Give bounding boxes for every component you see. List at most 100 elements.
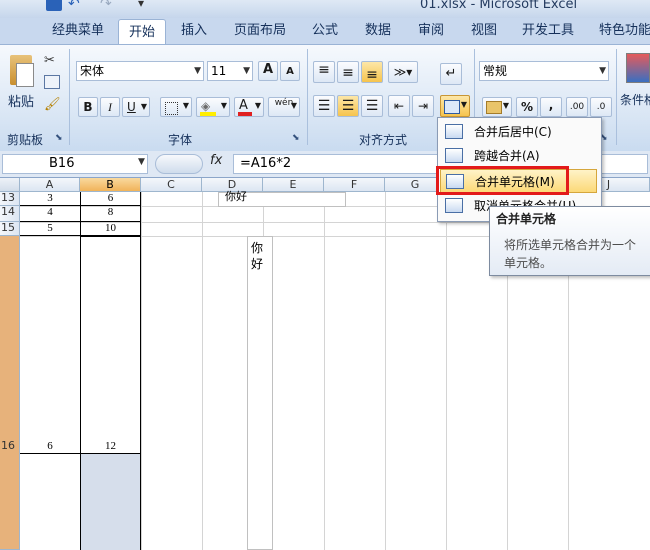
tab-formulas[interactable]: 公式 (304, 18, 346, 44)
cell-a13[interactable]: 3 (20, 192, 80, 206)
column-header-c[interactable]: C (141, 178, 202, 192)
italic-button[interactable]: I (100, 97, 120, 117)
tab-page-layout[interactable]: 页面布局 (227, 18, 293, 44)
menu-item-merge-center[interactable]: 合并后居中(C) (440, 120, 597, 144)
cell-a15[interactable]: 5 (20, 222, 80, 236)
cell-b16[interactable]: 12 (80, 236, 141, 454)
increase-indent-button[interactable]: ⇥ (412, 95, 434, 117)
tab-review[interactable]: 审阅 (410, 18, 452, 44)
cell-b17-selection[interactable] (80, 454, 141, 550)
tooltip-title: 合并单元格 (496, 212, 557, 226)
row-header-13[interactable]: 13 (0, 192, 20, 206)
merge-cells-tooltip: 合并单元格 将所选单元格合并为一个单元格。 (489, 206, 650, 276)
comma-button[interactable]: , (540, 97, 562, 117)
unmerge-cells-icon (445, 198, 463, 213)
tab-view[interactable]: 视图 (463, 18, 505, 44)
cell-d13-text[interactable]: 你好 (218, 191, 346, 207)
clipboard-group-label: 剪贴板 (6, 133, 43, 147)
menu-item-merge-center-label: 合并后居中(C) (474, 125, 552, 139)
increase-decimal-button[interactable]: .00 (566, 97, 588, 117)
bold-button[interactable]: B (78, 97, 98, 117)
borders-icon (165, 102, 178, 115)
undo-icon[interactable]: ↶ (68, 0, 84, 12)
phonetic-button[interactable]: wén ▼ (268, 97, 300, 117)
row-header-14[interactable]: 14 (0, 206, 20, 222)
conditional-format-icon[interactable] (626, 53, 650, 83)
clipboard-launcher-icon[interactable]: ⬊ (55, 133, 63, 143)
cut-icon[interactable]: ✂ (44, 53, 55, 68)
column-header-e[interactable]: E (263, 178, 324, 192)
merge-icon (444, 100, 460, 114)
alignment-group-label: 对齐方式 (358, 133, 407, 147)
bold-label: B (83, 100, 93, 114)
underline-label: U (127, 100, 136, 114)
column-header-a[interactable]: A (20, 178, 80, 192)
merged-vertical-cell[interactable]: 你 好 (247, 236, 273, 550)
chevron-down-icon: ▼ (194, 66, 201, 76)
align-top-button[interactable]: ≡ (313, 61, 335, 83)
tab-featured[interactable]: 特色功能 (592, 18, 650, 44)
tab-data[interactable]: 数据 (357, 18, 399, 44)
tab-insert[interactable]: 插入 (172, 18, 216, 44)
font-launcher-icon[interactable]: ⬊ (292, 133, 300, 143)
cell-a14[interactable]: 4 (20, 206, 80, 222)
menu-item-merge-across[interactable]: 跨越合并(A) (440, 144, 597, 168)
font-color-label: A (239, 98, 248, 113)
font-size-combo[interactable]: 11 ▼ (207, 61, 253, 81)
select-all-corner[interactable] (0, 178, 20, 192)
row-header-16[interactable]: 16 (0, 236, 20, 550)
chevron-down-icon: ▼ (599, 66, 606, 76)
cell-b13[interactable]: 6 (80, 192, 141, 206)
merge-center-button[interactable]: ▼ (440, 95, 470, 117)
cell-a17[interactable] (20, 454, 81, 550)
cell-b14[interactable]: 8 (80, 206, 141, 222)
tab-home[interactable]: 开始 (118, 19, 166, 46)
align-middle-button[interactable]: ≡ (337, 61, 359, 83)
cell-a16[interactable]: 6 (20, 236, 81, 454)
wrap-text-button[interactable]: ↵ (440, 63, 462, 85)
cell-b15[interactable]: 10 (80, 222, 141, 236)
shrink-font-button[interactable]: A (280, 61, 300, 81)
increase-decimal-label: .00 (569, 102, 585, 112)
merge-across-icon (445, 148, 463, 163)
format-painter-icon[interactable]: 🖌 (44, 97, 61, 112)
qat-customize-icon[interactable]: ▾ (138, 0, 154, 10)
align-center-button[interactable]: ☰ (337, 95, 359, 117)
menu-item-merge-across-label: 跨越合并(A) (474, 149, 540, 163)
tab-developer[interactable]: 开发工具 (515, 18, 581, 44)
grow-font-button[interactable]: A (258, 61, 278, 81)
separator (69, 49, 70, 145)
column-header-b[interactable]: B (80, 178, 141, 192)
formula-bar-splitter[interactable] (155, 154, 203, 174)
number-format-combo[interactable]: 常规 ▼ (479, 61, 609, 81)
name-box-dropdown-icon[interactable]: ▼ (138, 157, 145, 167)
annotation-highlight-box (436, 166, 569, 195)
tab-classic-menu[interactable]: 经典菜单 (44, 18, 112, 44)
redo-icon[interactable]: ↷ (100, 0, 116, 12)
column-header-f[interactable]: F (324, 178, 385, 192)
tooltip-description: 将所选单元格合并为一个单元格。 (504, 238, 637, 270)
align-left-button[interactable]: ☰ (313, 95, 335, 117)
italic-label: I (108, 100, 112, 114)
font-color-swatch (238, 112, 252, 116)
insert-function-icon[interactable]: fx (210, 153, 222, 168)
underline-button[interactable]: U ▼ (122, 97, 150, 117)
fill-color-button[interactable]: ◈ ▼ (196, 97, 230, 117)
percent-button[interactable]: % (516, 97, 538, 117)
orientation-button[interactable]: ≫▾ (388, 61, 418, 83)
decrease-indent-button[interactable]: ⇤ (388, 95, 410, 117)
row-header-15[interactable]: 15 (0, 222, 20, 236)
window-title: 01.xlsx - Microsoft Excel (420, 0, 578, 12)
conditional-format-label: 条件格 (620, 93, 650, 107)
copy-icon[interactable] (44, 75, 60, 89)
font-color-button[interactable]: A ▼ (234, 97, 264, 117)
save-icon[interactable] (46, 0, 62, 11)
font-name-combo[interactable]: 宋体 ▼ (76, 61, 204, 81)
align-bottom-button[interactable]: ≡ (361, 61, 383, 83)
borders-button[interactable]: ▼ (160, 97, 192, 117)
align-right-button[interactable]: ☰ (361, 95, 383, 117)
name-box[interactable]: B16 (2, 154, 148, 174)
currency-button[interactable]: ▼ (482, 97, 512, 117)
decrease-decimal-button[interactable]: .0 (590, 97, 612, 117)
paste-button[interactable] (6, 53, 36, 91)
